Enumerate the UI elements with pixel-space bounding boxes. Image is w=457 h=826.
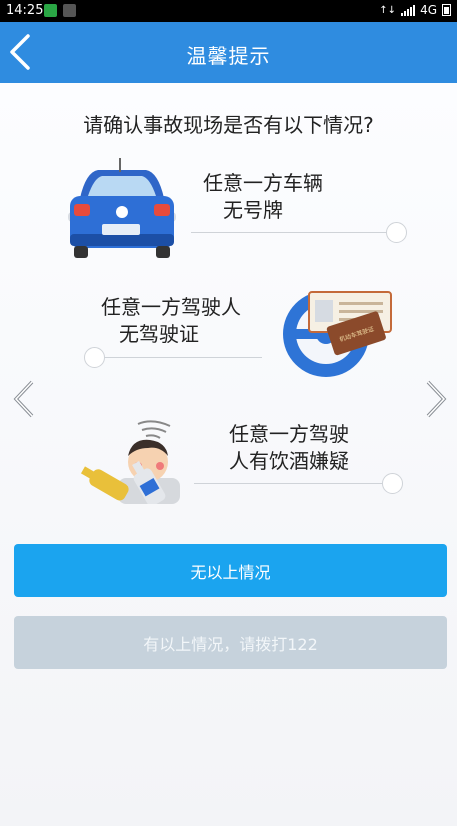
item-no-license-line2: 无驾驶证 — [119, 322, 199, 346]
item-no-license-divider — [95, 357, 262, 358]
prev-arrow[interactable] — [10, 379, 40, 419]
item-no-plate-radio[interactable] — [386, 222, 407, 243]
status-time: 14:25 — [6, 3, 44, 18]
content-area: 请确认事故现场是否有以下情况? 任意一方车辆 无号牌 任意一方驾驶人 无驾驶证 — [0, 83, 457, 826]
status-right: ↑↓ 4G — [379, 3, 451, 17]
item-no-license-text: 任意一方驾驶人 无驾驶证 — [93, 294, 249, 348]
item-drinking-line1: 任意一方驾驶 — [229, 422, 349, 446]
drunk-icon — [80, 420, 180, 504]
item-no-plate-text: 任意一方车辆 无号牌 — [201, 170, 325, 224]
wechat-icon — [44, 4, 57, 17]
item-no-plate-divider — [191, 232, 387, 233]
title-bar: 温馨提示 — [0, 22, 457, 83]
status-bar: 14:25 ↑↓ 4G — [0, 0, 457, 22]
item-drinking-divider — [194, 483, 382, 484]
item-no-plate-line1: 任意一方车辆 — [203, 171, 323, 195]
car-icon — [68, 158, 176, 258]
next-arrow[interactable] — [420, 379, 450, 419]
no-situation-button[interactable]: 无以上情况 — [14, 544, 447, 597]
data-transfer-icon: ↑↓ — [379, 4, 397, 16]
item-no-license-line1: 任意一方驾驶人 — [101, 295, 241, 319]
gallery-icon — [63, 4, 76, 17]
item-drinking-text: 任意一方驾驶 人有饮酒嫌疑 — [221, 421, 357, 475]
item-no-plate-line2: 无号牌 — [223, 198, 283, 222]
signal-icon — [401, 4, 416, 16]
battery-icon — [442, 4, 451, 16]
item-no-license-radio[interactable] — [84, 347, 105, 368]
call-122-button[interactable]: 有以上情况，请拨打122 — [14, 616, 447, 669]
item-drinking-line2: 人有饮酒嫌疑 — [229, 449, 349, 473]
item-drinking-radio[interactable] — [382, 473, 403, 494]
network-type: 4G — [420, 3, 437, 17]
license-icon: 机动车驾驶证 — [283, 291, 392, 377]
page-title: 温馨提示 — [186, 44, 271, 68]
question-heading: 请确认事故现场是否有以下情况? — [83, 113, 374, 137]
